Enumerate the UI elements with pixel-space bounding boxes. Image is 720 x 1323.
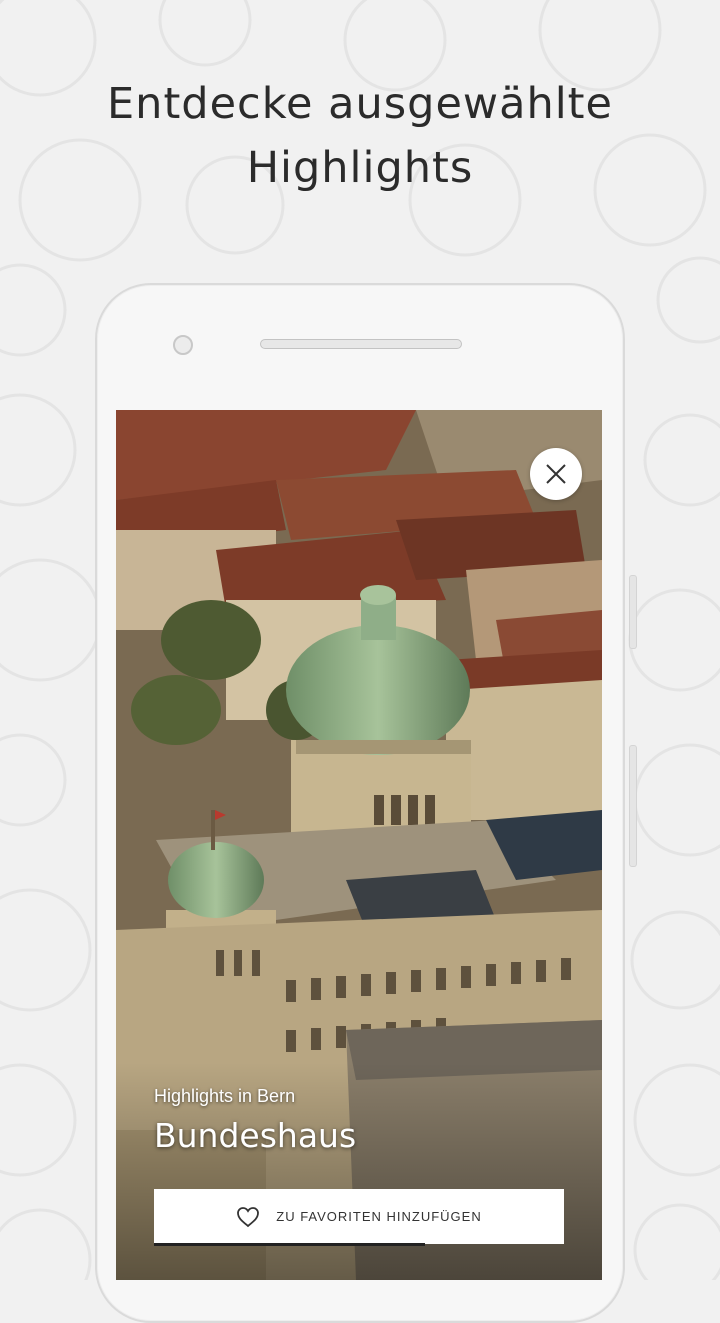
phone-power-button xyxy=(629,575,637,649)
phone-speaker xyxy=(260,339,462,349)
highlight-title: Bundeshaus xyxy=(154,1116,357,1155)
headline-line-1: Entdecke ausgewählte xyxy=(107,79,613,129)
close-icon xyxy=(546,464,566,484)
highlight-subtitle: Highlights in Bern xyxy=(154,1086,296,1106)
close-button[interactable] xyxy=(530,448,582,500)
phone-camera xyxy=(173,335,193,355)
headline-line-2: Highlights xyxy=(246,143,474,193)
phone-volume-button xyxy=(629,745,637,867)
add-to-favorites-button[interactable]: ZU FAVORITEN HINZUFÜGEN xyxy=(154,1189,564,1244)
headline: Entdecke ausgewählte Highlights xyxy=(0,72,720,200)
heart-icon xyxy=(237,1206,260,1227)
story-progress-bar xyxy=(154,1243,425,1246)
phone-screen: Highlights in Bern Bundeshaus ZU FAVORIT… xyxy=(116,410,602,1280)
add-to-favorites-label: ZU FAVORITEN HINZUFÜGEN xyxy=(276,1209,482,1224)
